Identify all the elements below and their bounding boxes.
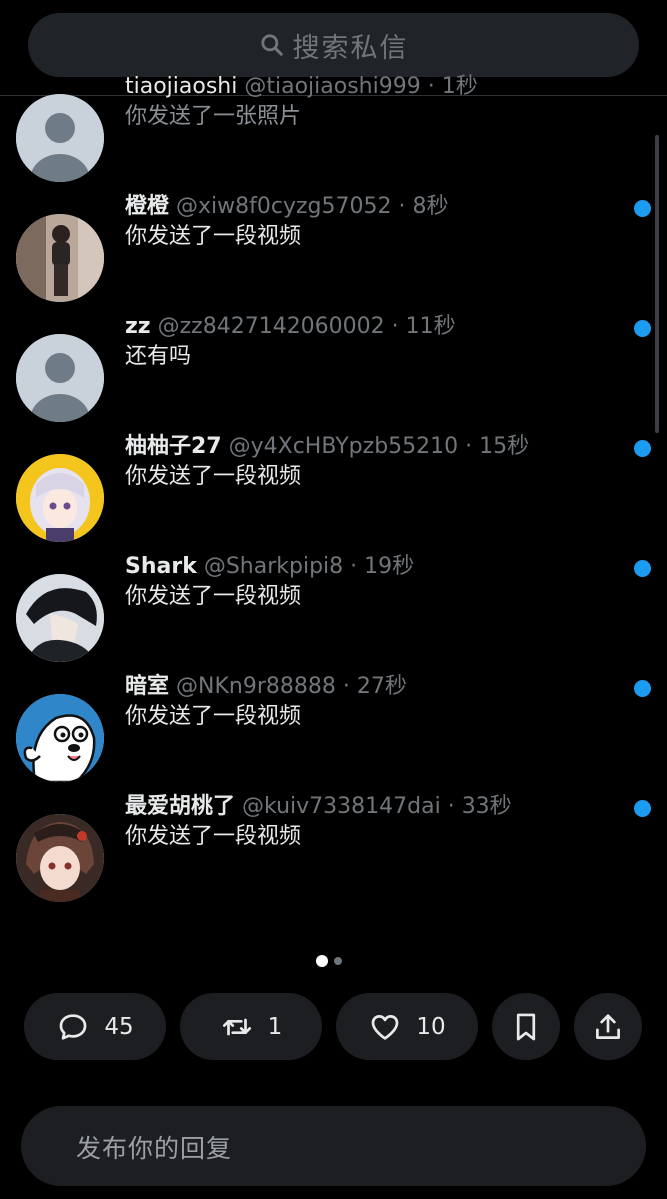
reply-button[interactable]: 45 xyxy=(24,993,166,1060)
sender-name: 暗室 xyxy=(125,674,170,699)
sender-handle: @zz8427142060002 xyxy=(157,314,385,339)
sender-name: 柚柚子27 xyxy=(125,434,222,459)
share-icon xyxy=(596,1013,620,1039)
avatar[interactable] xyxy=(16,334,104,422)
search-icon xyxy=(260,34,283,56)
photo-avatar-icon xyxy=(16,214,104,302)
unread-indicator xyxy=(634,200,651,217)
conversation-item[interactable]: 橙橙 @xiw8f0cyzg57052 · 8秒 你发送了一段视频 xyxy=(0,192,667,312)
sender-handle: @kuiv7338147dai xyxy=(242,794,441,819)
repost-icon xyxy=(222,1018,251,1035)
list-scrollbar[interactable] xyxy=(655,135,659,433)
heart-icon xyxy=(371,1014,399,1040)
unread-indicator xyxy=(634,440,651,457)
page-dot[interactable] xyxy=(334,957,342,965)
anime-boy-avatar-icon xyxy=(16,574,104,662)
repost-count: 1 xyxy=(267,1013,283,1040)
unread-indicator xyxy=(634,680,651,697)
conversation-header: Shark @Sharkpipi8 · 19秒 xyxy=(125,552,627,582)
unread-indicator xyxy=(634,560,651,577)
avatar[interactable] xyxy=(16,214,104,302)
page-dot-active[interactable] xyxy=(316,955,328,967)
search-placeholder: 搜索私信 xyxy=(292,32,409,64)
anime-character-avatar-icon xyxy=(16,814,104,902)
share-button[interactable] xyxy=(574,993,642,1060)
comment-icon xyxy=(59,1013,87,1040)
message-preview: 你发送了一张照片 xyxy=(125,104,302,129)
repost-button[interactable]: 1 xyxy=(180,993,322,1060)
avatar[interactable] xyxy=(16,694,104,782)
reply-input[interactable]: 发布你的回复 xyxy=(21,1106,646,1186)
conversation-header: 橙橙 @xiw8f0cyzg57052 · 8秒 xyxy=(125,192,627,222)
conversation-item[interactable]: Shark @Sharkpipi8 · 19秒 你发送了一段视频 xyxy=(0,552,667,672)
conversation-item[interactable]: tiaojiaoshi @tiaojiaoshi999 · 1秒 你发送了一张照… xyxy=(0,72,667,192)
bookmark-icon xyxy=(516,1013,536,1040)
unread-indicator xyxy=(634,800,651,817)
avatar[interactable] xyxy=(16,814,104,902)
page-indicator[interactable] xyxy=(316,955,342,967)
anime-girl-avatar-icon xyxy=(16,454,104,542)
message-time: · 11秒 xyxy=(391,314,456,339)
cartoon-dog-avatar-icon xyxy=(16,694,104,782)
message-preview: 你发送了一段视频 xyxy=(125,464,302,489)
search-dm-bar[interactable]: 搜索私信 xyxy=(28,13,639,77)
message-preview: 还有吗 xyxy=(125,344,192,369)
message-time: · 8秒 xyxy=(398,194,449,219)
conversation-header: tiaojiaoshi @tiaojiaoshi999 · 1秒 xyxy=(125,72,627,102)
sender-handle: @xiw8f0cyzg57052 xyxy=(176,194,392,219)
sender-name: zz xyxy=(125,314,151,339)
message-time: · 19秒 xyxy=(350,554,415,579)
like-button[interactable]: 10 xyxy=(336,993,478,1060)
conversation-item[interactable]: 柚柚子27 @y4XcHBYpzb55210 · 15秒 你发送了一段视频 xyxy=(0,432,667,552)
avatar[interactable] xyxy=(16,574,104,662)
message-time: · 33秒 xyxy=(447,794,512,819)
conversation-header: 暗室 @NKn9r88888 · 27秒 xyxy=(125,672,627,702)
avatar[interactable] xyxy=(16,454,104,542)
avatar[interactable] xyxy=(16,94,104,182)
conversation-item[interactable]: zz @zz8427142060002 · 11秒 还有吗 xyxy=(0,312,667,432)
message-time: · 1秒 xyxy=(427,74,478,99)
sender-handle: @Sharkpipi8 xyxy=(203,554,344,579)
message-time: · 27秒 xyxy=(342,674,407,699)
message-time: · 15秒 xyxy=(465,434,530,459)
message-preview: 你发送了一段视频 xyxy=(125,584,302,609)
sender-handle: @tiaojiaoshi999 xyxy=(244,74,421,99)
conversation-header: zz @zz8427142060002 · 11秒 xyxy=(125,312,627,342)
sender-name: tiaojiaoshi xyxy=(125,74,238,99)
sender-handle: @NKn9r88888 xyxy=(176,674,336,699)
message-preview: 你发送了一段视频 xyxy=(125,824,302,849)
reply-count: 45 xyxy=(104,1013,134,1040)
message-preview: 你发送了一段视频 xyxy=(125,224,302,249)
conversation-header: 柚柚子27 @y4XcHBYpzb55210 · 15秒 xyxy=(125,432,627,462)
sender-handle: @y4XcHBYpzb55210 xyxy=(228,434,459,459)
sender-name: Shark xyxy=(125,554,197,579)
conversation-item[interactable]: 暗室 @NKn9r88888 · 27秒 你发送了一段视频 xyxy=(0,672,667,792)
default-avatar-icon xyxy=(16,334,104,422)
dm-screen: 搜索私信 tiaojiaoshi @tiaojiaoshi999 · 1秒 你发… xyxy=(0,0,667,1199)
default-avatar-icon xyxy=(16,94,104,182)
like-count: 10 xyxy=(416,1013,446,1040)
unread-indicator xyxy=(634,320,651,337)
message-preview: 你发送了一段视频 xyxy=(125,704,302,729)
conversation-item[interactable]: 最爱胡桃了 @kuiv7338147dai · 33秒 你发送了一段视频 xyxy=(0,792,667,912)
bookmark-button[interactable] xyxy=(492,993,560,1060)
reply-placeholder: 发布你的回复 xyxy=(76,1134,233,1163)
conversation-header: 最爱胡桃了 @kuiv7338147dai · 33秒 xyxy=(125,792,627,822)
sender-name: 橙橙 xyxy=(125,194,170,219)
sender-name: 最爱胡桃了 xyxy=(125,794,236,819)
